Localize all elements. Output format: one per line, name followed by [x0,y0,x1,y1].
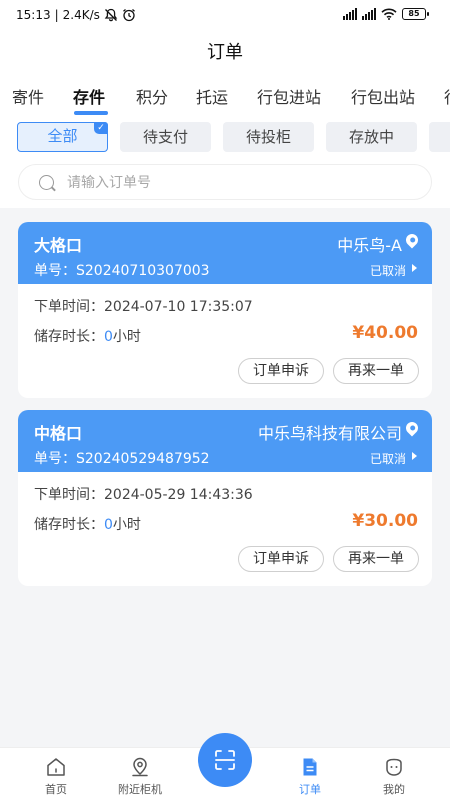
alarm-icon [122,9,135,22]
tab-more[interactable]: 行 [444,84,450,108]
search-bar [18,164,432,200]
order-card[interactable]: 大格口 中乐鸟-A 单号：S20240710307003 已取消 下单时间：20… [18,222,432,398]
order-number: 单号：S20240710307003 [34,263,210,279]
filter-stored[interactable]: 存放中 [326,122,417,152]
wifi-icon [381,8,397,20]
order-card-header: 大格口 中乐鸟-A 单号：S20240710307003 已取消 [18,222,432,284]
filter-pending-deposit[interactable]: 待投柜 [223,122,314,152]
battery-icon: 85 [402,8,429,20]
tab-consign[interactable]: 托运 [196,84,228,108]
profile-face-icon [386,758,402,776]
nav-orders[interactable]: 订单 [270,748,350,800]
order-duration: 储存时长：0小时 [34,329,141,345]
top-area: 15:13 | 2.4K/s 85 订单 寄件 存件 积分 托运 行包进站 行包… [0,0,450,208]
order-location: 中乐鸟-A [337,236,402,255]
order-status[interactable]: 已取消 [370,262,406,279]
status-time: 15:13 [16,8,51,22]
order-number: 单号：S20240529487952 [34,451,210,467]
order-duration: 储存时长：0小时 [34,517,141,533]
order-time: 下单时间：2024-07-10 17:35:07 [34,299,253,315]
tab-storage[interactable]: 存件 [73,84,105,108]
tab-points[interactable]: 积分 [136,84,168,108]
filter-more[interactable] [429,122,450,152]
chevron-right-icon [412,452,417,460]
order-locker-type: 大格口 [34,236,83,255]
home-icon [47,758,65,776]
map-pin-icon [132,757,148,777]
scan-button[interactable] [198,733,252,787]
order-price: ¥30.00 [352,511,418,531]
order-card-header: 中格口 中乐鸟科技有限公司 单号：S20240529487952 已取消 [18,410,432,472]
tab-luggage-out[interactable]: 行包出站 [351,84,415,108]
order-time: 下单时间：2024-05-29 14:43:36 [34,487,253,503]
nav-profile[interactable]: 我的 [354,748,434,800]
order-document-icon [303,758,317,776]
nav-home[interactable]: 首页 [16,748,96,800]
order-status[interactable]: 已取消 [370,450,406,467]
search-icon [39,175,54,190]
active-tab-indicator [74,111,108,115]
tab-send[interactable]: 寄件 [12,84,44,108]
tab-luggage-in[interactable]: 行包进站 [257,84,321,108]
nav-nearby-lockers[interactable]: 附近柜机 [100,748,180,800]
status-bar: 15:13 | 2.4K/s 85 [0,0,450,32]
chevron-right-icon [412,264,417,272]
order-locker-type: 中格口 [34,424,83,443]
location-pin-icon [403,231,421,249]
page-title: 订单 [207,42,243,63]
status-filters: 全部 ✓ 待支付 待投柜 存放中 [0,122,450,154]
filter-pending-payment[interactable]: 待支付 [120,122,211,152]
network-speed: 2.4K/s [62,8,100,22]
mute-bell-icon [104,8,118,22]
appeal-button[interactable]: 订单申诉 [238,546,324,572]
cellular-signal-icon [343,8,357,20]
check-icon: ✓ [94,122,108,134]
location-pin-icon [403,419,421,437]
order-search-input[interactable] [67,171,407,195]
reorder-button[interactable]: 再来一单 [333,546,419,572]
reorder-button[interactable]: 再来一单 [333,358,419,384]
appeal-button[interactable]: 订单申诉 [238,358,324,384]
order-location: 中乐鸟科技有限公司 [257,424,402,443]
order-card[interactable]: 中格口 中乐鸟科技有限公司 单号：S20240529487952 已取消 下单时… [18,410,432,586]
category-tabs: 寄件 存件 积分 托运 行包进站 行包出站 行 [0,84,450,114]
cellular-signal-2-icon [362,8,376,20]
order-price: ¥40.00 [352,323,418,343]
filter-all[interactable]: 全部 ✓ [17,122,108,152]
scan-icon [215,750,235,770]
